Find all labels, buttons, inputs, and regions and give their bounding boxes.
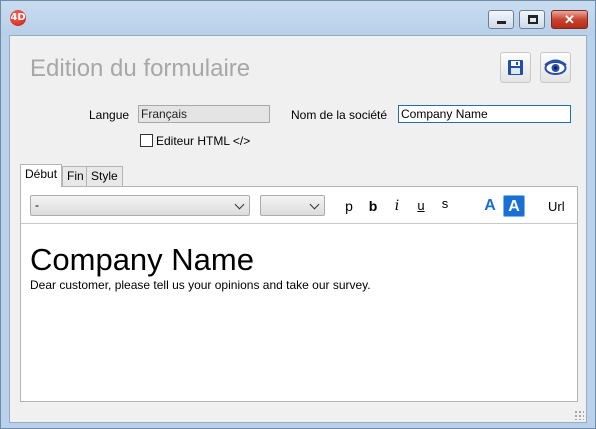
form-client-area: Edition du formulaire Langue Français No… [9, 35, 587, 423]
tab-debut[interactable]: Début [20, 164, 63, 187]
italic-button[interactable]: i [389, 196, 405, 216]
chevron-down-icon [309, 199, 320, 210]
editor-body-text[interactable]: Dear customer, please tell us your opini… [30, 278, 371, 292]
paragraph-style-select[interactable]: - [30, 195, 250, 216]
chevron-down-icon [234, 199, 245, 210]
highlight-color-button[interactable]: A [503, 195, 525, 217]
resize-grip-icon[interactable] [574, 410, 584, 420]
eye-icon [544, 59, 567, 75]
html-editor-label[interactable]: Editeur HTML </> [156, 134, 250, 148]
font-color-button[interactable]: A [479, 195, 501, 217]
bold-button[interactable]: b [365, 196, 381, 216]
strikethrough-button[interactable]: s [437, 194, 453, 214]
html-editor-checkbox[interactable] [140, 134, 153, 147]
company-name-label: Nom de la société [291, 108, 388, 122]
app-window: 4D ✕ Edition du formulaire Langue França… [0, 0, 596, 429]
editor-heading[interactable]: Company Name [30, 243, 254, 277]
format-toolbar: - p b i u s A A Url [21, 187, 577, 224]
editor-panel: - p b i u s A A Url Company Name Dear cu… [20, 186, 578, 402]
floppy-disk-icon [508, 60, 523, 75]
minimize-button[interactable] [488, 10, 514, 29]
close-icon: ✕ [564, 12, 575, 27]
paragraph-button[interactable]: p [341, 196, 357, 216]
company-name-input[interactable]: Company Name [398, 105, 571, 123]
maximize-icon [528, 15, 538, 24]
preview-button[interactable] [540, 52, 571, 83]
page-title: Edition du formulaire [30, 55, 251, 82]
language-label: Langue [89, 108, 130, 122]
close-button[interactable]: ✕ [551, 10, 588, 29]
minimize-icon [497, 21, 506, 24]
tab-fin[interactable]: Fin [62, 166, 89, 186]
app-logo-icon: 4D [10, 10, 26, 26]
maximize-button[interactable] [519, 10, 545, 29]
tab-style[interactable]: Style [86, 166, 123, 186]
save-button[interactable] [500, 52, 531, 83]
paragraph-style-value: - [35, 198, 39, 212]
language-field[interactable]: Français [138, 105, 270, 123]
title-bar[interactable]: 4D ✕ [1, 1, 595, 35]
underline-button[interactable]: u [413, 196, 429, 216]
font-size-select[interactable] [260, 195, 325, 216]
insert-url-button[interactable]: Url [548, 199, 565, 214]
